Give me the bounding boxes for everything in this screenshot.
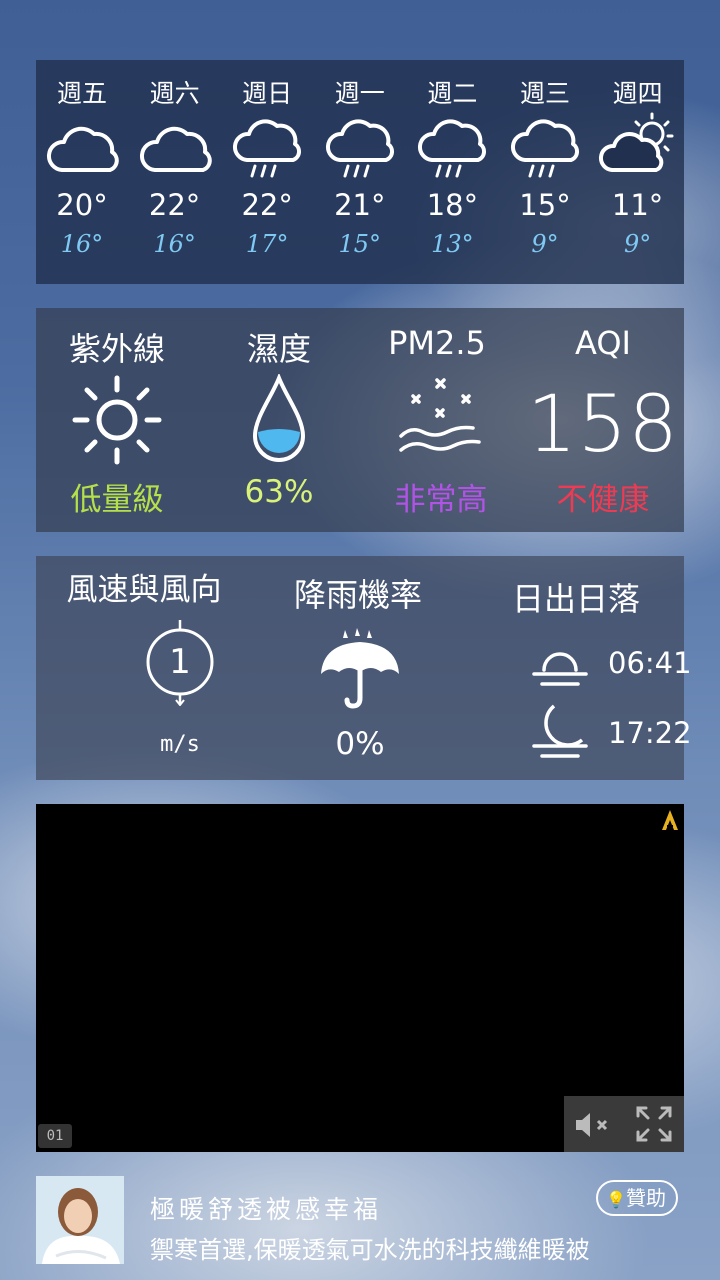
wind-speed: 1 [169, 642, 191, 682]
forecast-day-name: 週四 [612, 79, 663, 108]
weekly-forecast-panel: 週五 20° 16° 週六 22° 16° 週日 22° 17° 週一 21° 15° 週二 18° 13°… [36, 60, 684, 284]
sun-times-cell[interactable]: 日出日落 06:41 17:22 [468, 556, 692, 780]
forecast-high-temp: 22° [148, 188, 201, 222]
sunrise-time: 06:41 [608, 646, 692, 680]
forecast-high-temp: 20° [56, 188, 108, 222]
moon-sunset-icon [532, 704, 588, 758]
ad-controls [564, 1096, 684, 1152]
sun-icon [72, 375, 162, 465]
pm25-title: PM2.5 [388, 324, 486, 362]
fullscreen-icon[interactable] [634, 1104, 674, 1144]
forecast-low-temp: 17° [245, 230, 289, 258]
ad-video-player[interactable]: 01 [36, 804, 684, 1152]
ad-choices-icon[interactable] [660, 808, 680, 832]
pm25-cell[interactable]: PM2.5 非常高 [360, 308, 522, 532]
forecast-high-temp: 21° [334, 188, 386, 222]
forecast-low-temp: 9° [623, 230, 652, 258]
ad-thumbnail[interactable] [36, 1176, 124, 1264]
haze-icon [399, 378, 481, 452]
person-photo-icon [36, 1176, 124, 1264]
rain-icon [418, 119, 487, 178]
forecast-high-temp: 11° [611, 188, 664, 222]
forecast-low-temp: 9° [531, 230, 559, 258]
rain-icon [233, 119, 302, 178]
forecast-low-temp: 15° [338, 230, 382, 258]
uv-title: 紫外線 [68, 330, 165, 368]
forecast-day[interactable]: 週三 15° 9° [499, 60, 591, 284]
ad-title[interactable]: 極暖舒透被感幸福 [150, 1190, 382, 1226]
aqi-cell[interactable]: AQI 158 不健康 [522, 308, 684, 532]
forecast-day-name: 週二 [427, 79, 478, 108]
forecast-day[interactable]: 週日 22° 17° [221, 60, 313, 284]
water-drop-icon [252, 374, 306, 462]
wind-unit: m/s [160, 732, 200, 757]
sponsored-banner[interactable]: 極暖舒透被感幸福 禦寒首選,保暖透氣可水洗的科技纖維暖被 💡贊助 [0, 1164, 720, 1280]
forecast-high-temp: 18° [426, 188, 479, 222]
wind-cell[interactable]: 風速與風向 1 m/s [36, 556, 252, 780]
aqi-number: 158 [527, 380, 679, 470]
umbrella-icon [321, 628, 399, 709]
forecast-day-name: 週五 [56, 79, 107, 108]
humidity-title: 濕度 [246, 330, 311, 368]
forecast-day-name: 週六 [149, 79, 200, 108]
forecast-low-temp: 16° [153, 230, 196, 258]
uv-value: 低量級 [70, 482, 164, 518]
rain-chance-cell[interactable]: 降雨機率 0% [252, 556, 468, 780]
partly-sunny-icon [598, 112, 674, 172]
details-panel: 風速與風向 1 m/s 降雨機率 0% 日出日落 06:41 17:22 [36, 556, 692, 780]
forecast-low-temp: 13° [431, 230, 474, 258]
forecast-high-temp: 15° [519, 188, 571, 222]
forecast-high-temp: 22° [241, 188, 293, 222]
uv-cell[interactable]: 紫外線 低量級 [36, 308, 198, 532]
forecast-day[interactable]: 週四 11° 9° [592, 60, 684, 284]
cloudy-icon [139, 126, 212, 172]
rain-icon [325, 119, 394, 178]
cloudy-icon [46, 126, 119, 172]
sponsored-badge[interactable]: 💡贊助 [596, 1180, 678, 1216]
rain-chance-title: 降雨機率 [293, 576, 422, 614]
forecast-day[interactable]: 週一 21° 15° [314, 60, 406, 284]
aqi-title: AQI [575, 324, 631, 362]
sunset-time: 17:22 [608, 716, 692, 750]
ad-subtitle[interactable]: 禦寒首選,保暖透氣可水洗的科技纖維暖被 [150, 1230, 590, 1265]
lightbulb-icon: 💡 [606, 1190, 626, 1209]
sunrise-icon [532, 652, 588, 686]
forecast-day-name: 週三 [519, 79, 570, 108]
forecast-low-temp: 16° [60, 230, 104, 258]
forecast-day[interactable]: 週二 18° 13° [406, 60, 498, 284]
rain-chance-value: 0% [335, 726, 385, 762]
pm25-value: 非常高 [394, 482, 488, 518]
conditions-panel: 紫外線 低量級 濕度 63% PM2.5 非常高 AQI 158 不健康 [36, 308, 684, 532]
forecast-day[interactable]: 週五 20° 16° [36, 60, 128, 284]
forecast-day-name: 週日 [242, 79, 293, 108]
wind-title: 風速與風向 [66, 572, 222, 608]
forecast-day-name: 週一 [334, 79, 385, 108]
rain-icon [511, 119, 579, 178]
humidity-value: 63% [244, 474, 314, 510]
forecast-day[interactable]: 週六 22° 16° [129, 60, 221, 284]
mute-icon[interactable] [574, 1110, 614, 1140]
aqi-value: 不健康 [556, 482, 650, 518]
humidity-cell[interactable]: 濕度 63% [198, 308, 360, 532]
ad-countdown: 01 [38, 1124, 72, 1148]
sun-times-title: 日出日落 [511, 580, 640, 618]
sponsored-label: 贊助 [626, 1186, 666, 1210]
